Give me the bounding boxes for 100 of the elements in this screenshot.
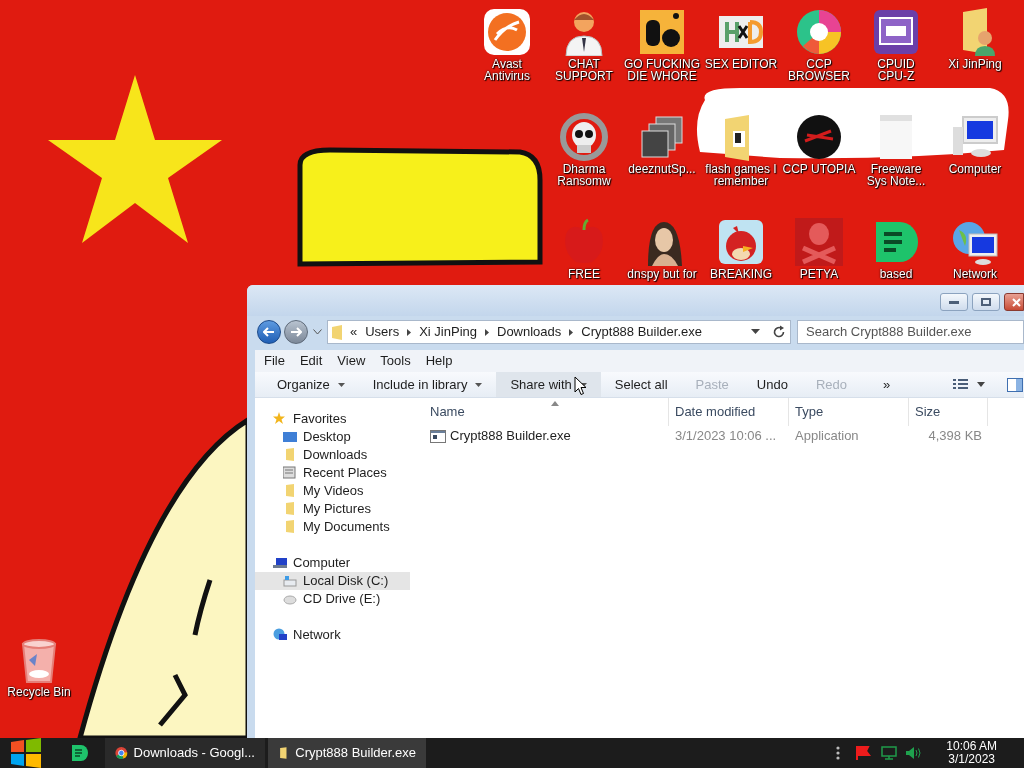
favorites-star-icon <box>273 412 287 426</box>
nav-item[interactable]: Downloads <box>255 446 410 464</box>
dark-circle-icon[interactable] <box>795 113 843 161</box>
chevron-right-icon[interactable] <box>407 328 412 336</box>
history-dropdown-icon[interactable] <box>313 329 322 335</box>
application-icon <box>430 429 446 443</box>
nav-item[interactable]: Computer <box>255 554 410 572</box>
icon-label[interactable]: BREAKING <box>710 268 772 280</box>
preview-pane-icon[interactable] <box>1007 377 1023 392</box>
chevron-right-icon[interactable] <box>485 328 489 336</box>
folder-icon <box>283 448 297 462</box>
icon-label[interactable]: CHAT SUPPORT <box>555 58 613 82</box>
breadcrumb-item[interactable]: Xi JinPing <box>419 322 477 342</box>
monitor-icon[interactable] <box>881 746 898 760</box>
column-header[interactable]: Size <box>908 398 988 426</box>
date-cell-text: 3/1/2023 10:06 ... <box>674 427 778 446</box>
clock-date: 3/1/2023 <box>948 753 995 766</box>
toolbar-button[interactable]: Undo <box>742 372 802 397</box>
icon-label[interactable]: PETYA <box>799 268 839 280</box>
mouse-cursor-icon <box>574 376 587 396</box>
clock[interactable]: 10:06 AM 3/1/2023 <box>946 740 997 766</box>
dropdown-arrow-icon <box>337 382 345 387</box>
nav-item[interactable]: Local Disk (C:) <box>255 572 410 590</box>
menu-item[interactable]: File <box>264 351 285 371</box>
chevron-right-icon[interactable] <box>569 328 574 336</box>
menu-item[interactable]: Tools <box>380 351 411 371</box>
icon-label[interactable]: deeznutSp... <box>628 163 696 175</box>
menu-item[interactable]: View <box>337 351 366 371</box>
taskbar-button[interactable]: Downloads - Googl... <box>105 738 265 768</box>
breadcrumb-item[interactable]: Users <box>365 322 400 342</box>
icon-label[interactable]: Recycle Bin <box>7 686 71 698</box>
computer-icon <box>273 556 287 570</box>
icon-label[interactable]: CCP BROWSER <box>788 58 850 82</box>
nav-item[interactable]: My Pictures <box>255 500 410 518</box>
icon-label[interactable]: flash games I remember <box>705 163 777 187</box>
column-header[interactable]: Type <box>788 398 908 426</box>
drive-icon <box>283 574 297 588</box>
column-header[interactable]: Name <box>410 398 668 426</box>
column-header[interactable]: Date modified <box>668 398 788 426</box>
stacked-windows-icon[interactable] <box>638 113 686 161</box>
menu-item[interactable]: Edit <box>299 351 323 371</box>
icon-label[interactable]: Dharma Ransomw <box>557 163 611 187</box>
icon-label[interactable]: based <box>879 268 913 280</box>
toolbar-button[interactable]: Include in library <box>358 372 497 397</box>
nav-item[interactable]: CD Drive (E:) <box>255 590 410 608</box>
icon-label[interactable]: SEX EDITOR <box>704 58 778 70</box>
menu-item[interactable]: Help <box>425 351 453 371</box>
list-view-icon <box>953 378 969 391</box>
breadcrumb-item[interactable]: Crypt888 Builder.exe <box>581 322 702 342</box>
icon-label[interactable]: FREE <box>568 268 600 280</box>
icon-label[interactable]: Network <box>953 268 997 280</box>
nav-item[interactable]: My Documents <box>255 518 410 536</box>
breadcrumb-item[interactable]: Downloads <box>497 322 562 342</box>
chip-icon[interactable] <box>872 8 920 56</box>
icon-label[interactable]: GO FUCKING DIE WHORE <box>624 58 700 82</box>
more-commands-button[interactable]: » <box>883 374 891 395</box>
close-icon <box>1012 297 1021 307</box>
refresh-icon[interactable] <box>772 325 786 339</box>
toolbar-button[interactable]: Share with <box>496 372 601 397</box>
search-field[interactable]: Search Crypt888 Builder.exe <box>797 320 1024 344</box>
dropdown-arrow-icon <box>475 382 483 387</box>
icon-label[interactable]: CCP UTOPIA <box>782 163 856 175</box>
taskbar-button[interactable]: Crypt888 Builder.exe <box>268 738 426 768</box>
desktop-icon <box>283 430 297 444</box>
speaker-icon[interactable] <box>906 747 923 759</box>
start-button[interactable] <box>10 738 42 768</box>
icon-label[interactable]: Avast Antivirus <box>484 58 530 82</box>
nav-item[interactable]: Desktop <box>255 428 410 446</box>
file-name-cell[interactable]: Crypt888 Builder.exe <box>410 426 668 446</box>
overflow-dots-icon[interactable] <box>836 746 841 760</box>
minimize-button[interactable] <box>940 293 968 311</box>
back-button[interactable] <box>257 320 281 344</box>
icon-label[interactable]: Freeware Sys Note... <box>866 163 926 187</box>
folder-icon <box>283 520 297 534</box>
skull-icon[interactable] <box>560 113 608 161</box>
flag-icon[interactable] <box>856 746 872 760</box>
icon-label[interactable]: Computer <box>948 163 1002 175</box>
close-button[interactable] <box>1004 293 1024 311</box>
maximize-button[interactable] <box>972 293 1000 311</box>
nav-item[interactable]: Network <box>255 626 410 644</box>
nav-item[interactable]: Favorites <box>255 410 410 428</box>
icon-label[interactable]: Xi JinPing <box>948 58 1002 70</box>
ring-logo-icon[interactable] <box>795 8 843 56</box>
dropdown-arrow-icon[interactable] <box>751 329 760 335</box>
nav-item[interactable]: Recent Places <box>255 464 410 482</box>
icon-label[interactable]: CPUID CPU-Z <box>877 58 915 82</box>
toolbar-button[interactable]: Select all <box>600 372 682 397</box>
back-arrow-icon <box>263 327 275 337</box>
breadcrumb-overflow[interactable]: « <box>350 322 358 342</box>
sort-arrow-icon <box>551 401 559 406</box>
recent-places-icon <box>283 466 297 480</box>
address-bar[interactable]: « Users Xi JinPing Downloads Crypt888 Builder.exe <box>327 320 791 344</box>
icon-label[interactable]: dnspy but for <box>627 268 697 280</box>
nav-item[interactable]: My Videos <box>255 482 410 500</box>
folder-icon <box>332 324 342 340</box>
bird-icon[interactable] <box>717 218 765 266</box>
forward-button[interactable] <box>284 320 308 344</box>
chat-app-icon[interactable] <box>72 745 88 761</box>
view-options-button[interactable] <box>953 378 985 391</box>
toolbar-button[interactable]: Organize <box>263 372 359 397</box>
